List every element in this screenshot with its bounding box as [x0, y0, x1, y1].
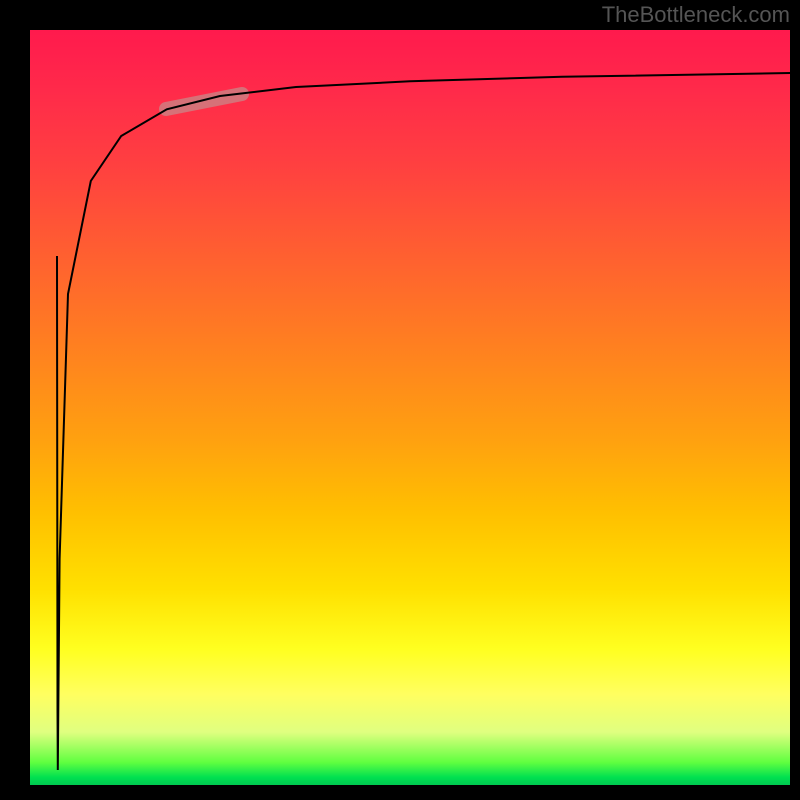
chart-svg	[30, 30, 790, 785]
watermark-text: TheBottleneck.com	[602, 2, 790, 28]
chart-plot-area	[30, 30, 790, 785]
curve-path	[57, 73, 790, 770]
